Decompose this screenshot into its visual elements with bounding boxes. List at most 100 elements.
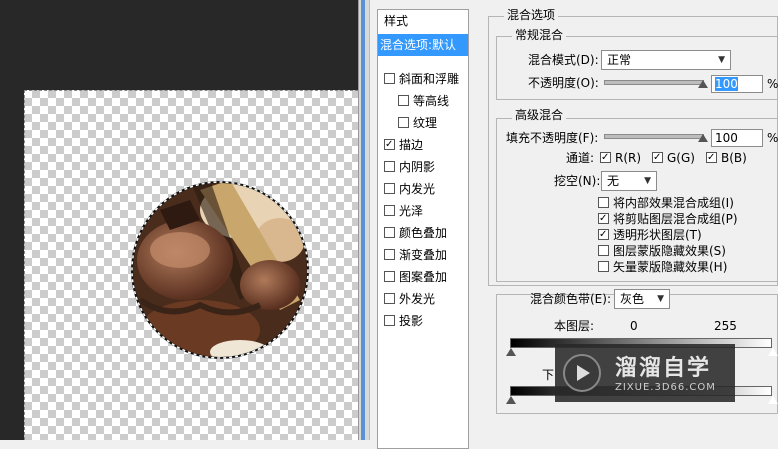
style-item[interactable]: 颜色叠加 (378, 222, 474, 244)
style-item[interactable]: 内阴影 (378, 156, 474, 178)
fill-opacity-slider-handle[interactable] (698, 134, 708, 142)
style-item[interactable]: 图案叠加 (378, 266, 474, 288)
panel-splitter[interactable] (358, 0, 370, 440)
knockout-select[interactable]: 无 ▼ (601, 171, 657, 191)
checkbox-icon[interactable] (384, 293, 395, 304)
checkbox-icon (598, 229, 609, 240)
advanced-option-checkbox[interactable]: 图层蒙版隐藏效果(S) (598, 244, 726, 259)
advanced-option-checkbox[interactable]: 矢量蒙版隐藏效果(H) (598, 260, 727, 275)
checkbox-icon (600, 152, 611, 163)
watermark-title: 溜溜自学 (615, 356, 712, 381)
blend-mode-label: 混合模式(D): (528, 53, 599, 67)
underlying-black-handle[interactable] (506, 396, 516, 404)
opacity-input[interactable]: 100 (711, 75, 763, 93)
checkbox-icon[interactable] (384, 315, 395, 326)
channel-b-checkbox[interactable]: B(B) (706, 151, 747, 166)
style-item-label: 外发光 (399, 292, 436, 306)
advanced-option-checkbox[interactable]: 透明形状图层(T) (598, 228, 702, 243)
style-item[interactable]: 内发光 (378, 178, 474, 200)
style-item[interactable]: 光泽 (378, 200, 474, 222)
channel-r-checkbox[interactable]: R(R) (600, 151, 641, 166)
this-layer-black-handle[interactable] (506, 348, 516, 356)
opacity-slider-handle[interactable] (698, 80, 708, 88)
style-item[interactable]: 斜面和浮雕 (378, 68, 474, 90)
checkbox-icon (598, 261, 609, 272)
checkbox-icon (598, 245, 609, 256)
style-item-label: 投影 (399, 314, 424, 328)
style-item[interactable]: 投影 (378, 310, 474, 332)
this-layer-max: 255 (714, 319, 737, 333)
chevron-down-icon: ▼ (657, 294, 664, 304)
advanced-option-label: 图层蒙版隐藏效果(S) (613, 244, 726, 258)
general-blending-title: 常规混合 (512, 28, 567, 42)
knockout-value: 无 (607, 174, 620, 188)
style-item[interactable]: 纹理 (378, 112, 488, 134)
canvas-area[interactable] (0, 0, 358, 440)
blend-mode-select[interactable]: 正常 ▼ (601, 50, 731, 70)
knockout-label: 挖空(N): (554, 174, 601, 188)
blend-if-label: 混合颜色带(E): (530, 292, 611, 306)
opacity-slider[interactable] (604, 80, 704, 85)
advanced-option-label: 将内部效果混合成组(I) (613, 196, 734, 210)
fill-opacity-slider[interactable] (604, 134, 704, 139)
style-item-label: 渐变叠加 (399, 248, 448, 262)
opacity-label: 不透明度(O): (528, 76, 599, 90)
scroll-indicator (361, 0, 365, 440)
this-layer-white-handle[interactable] (768, 348, 778, 356)
this-layer-min: 0 (630, 319, 638, 333)
advanced-option-label: 透明形状图层(T) (613, 228, 702, 242)
blend-if-select[interactable]: 灰色 ▼ (614, 289, 670, 309)
channel-g-checkbox[interactable]: G(G) (652, 151, 695, 166)
checkbox-icon[interactable] (384, 183, 395, 194)
advanced-option-label: 矢量蒙版隐藏效果(H) (613, 260, 728, 274)
style-item-label: 等高线 (413, 94, 450, 108)
advanced-option-checkbox[interactable]: 将内部效果混合成组(I) (598, 196, 734, 211)
fill-opacity-unit: % (767, 131, 778, 145)
checkbox-icon[interactable] (398, 95, 409, 106)
style-item-label: 内阴影 (399, 160, 436, 174)
checkbox-icon (706, 152, 717, 163)
fill-opacity-input[interactable]: 100 (711, 129, 763, 147)
style-item-label: 斜面和浮雕 (399, 72, 460, 86)
checkbox-icon[interactable] (384, 249, 395, 260)
styles-header[interactable]: 样式 (378, 10, 474, 32)
style-item-label: 图案叠加 (399, 270, 448, 284)
style-item-label: 颜色叠加 (399, 226, 448, 240)
blend-options-title: 混合选项 (504, 8, 559, 22)
underlying-layer-label: 下 (542, 368, 555, 382)
blend-mode-value: 正常 (607, 53, 632, 67)
style-item-label: 纹理 (413, 116, 438, 130)
checkbox-icon[interactable] (384, 73, 395, 84)
advanced-blending-title: 高级混合 (512, 108, 567, 122)
underlying-white-handle[interactable] (768, 396, 778, 404)
style-item-label: 光泽 (399, 204, 424, 218)
chocolate-circle-image (131, 181, 309, 359)
styles-list: 样式 混合选项:默认 斜面和浮雕等高线纹理描边内阴影内发光光泽颜色叠加渐变叠加图… (377, 9, 469, 449)
advanced-option-checkbox[interactable]: 将剪贴图层混合成组(P) (598, 212, 738, 227)
style-item[interactable]: 描边 (378, 134, 474, 156)
watermark-url: ZIXUE.3D66.COM (615, 382, 716, 393)
watermark: 溜溜自学 ZIXUE.3D66.COM (555, 344, 735, 402)
chevron-down-icon: ▼ (644, 176, 651, 186)
checkbox-icon[interactable] (384, 205, 395, 216)
checkbox-icon[interactable] (398, 117, 409, 128)
play-logo-icon (563, 354, 601, 392)
chevron-down-icon: ▼ (718, 55, 725, 65)
style-item-label: 描边 (399, 138, 424, 152)
checkbox-icon (598, 197, 609, 208)
checkbox-icon (598, 213, 609, 224)
style-item[interactable]: 渐变叠加 (378, 244, 474, 266)
checkbox-icon[interactable] (384, 271, 395, 282)
style-item-blend-options[interactable]: 混合选项:默认 (378, 34, 468, 56)
this-layer-label: 本图层: (554, 319, 595, 333)
advanced-option-label: 将剪贴图层混合成组(P) (613, 212, 738, 226)
style-item-label: 内发光 (399, 182, 436, 196)
style-item[interactable]: 外发光 (378, 288, 474, 310)
blend-if-value: 灰色 (620, 292, 645, 306)
opacity-unit: % (767, 77, 778, 91)
checkbox-icon (652, 152, 663, 163)
checkbox-icon[interactable] (384, 161, 395, 172)
checkbox-icon[interactable] (384, 139, 395, 150)
checkbox-icon[interactable] (384, 227, 395, 238)
style-item[interactable]: 等高线 (378, 90, 488, 112)
